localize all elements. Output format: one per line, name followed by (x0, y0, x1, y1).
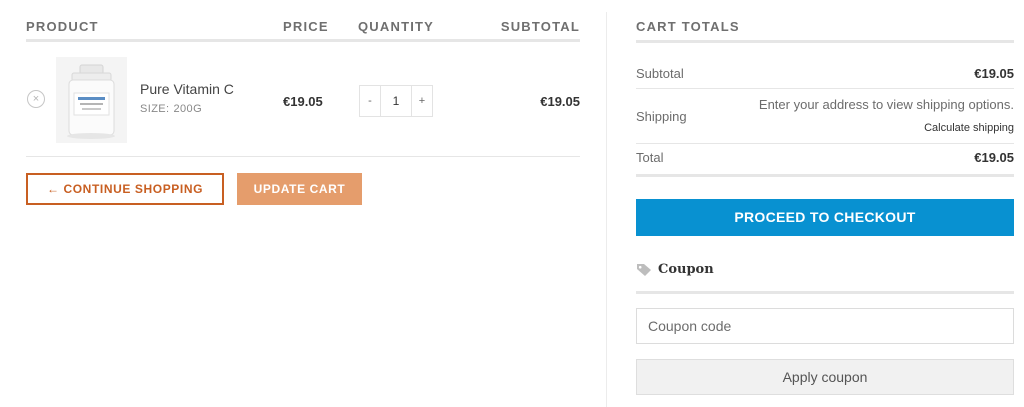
divider (636, 291, 1014, 294)
total-value: €19.05 (974, 150, 1014, 165)
header-subtotal: Subtotal (500, 19, 580, 34)
calculate-shipping-link[interactable]: Calculate shipping (924, 121, 1014, 135)
subtotal-label: Subtotal (636, 66, 684, 81)
apply-coupon-button[interactable]: Apply coupon (636, 359, 1014, 395)
product-name-link[interactable]: Pure Vitamin C (140, 81, 234, 97)
quantity-decrease-button[interactable]: - (360, 86, 380, 116)
coupon-title: Coupon (658, 262, 714, 277)
tag-icon (636, 263, 652, 277)
vitamin-jar-image (56, 57, 127, 143)
totals-row-shipping: Shipping Enter your address to view ship… (636, 89, 1014, 144)
item-subtotal: €19.05 (540, 94, 580, 109)
column-divider (606, 12, 607, 407)
divider (636, 174, 1014, 177)
header-product: Product (26, 19, 99, 34)
quantity-stepper: - 1 + (359, 85, 433, 117)
totals-row-subtotal: Subtotal €19.05 (636, 60, 1014, 89)
continue-shopping-button[interactable]: ← Continue Shopping (26, 173, 224, 205)
quantity-increase-button[interactable]: + (412, 86, 432, 116)
cart-totals-title: Cart Totals (636, 19, 740, 34)
coupon-heading: Coupon (636, 260, 714, 280)
item-price: €19.05 (283, 94, 323, 109)
header-quantity: Quantity (358, 19, 435, 34)
product-variation: SIZE: 200G (140, 103, 202, 116)
header-price: Price (283, 19, 329, 34)
cart-item-row: × Pure Vitamin C SIZE: 200G €19.05 - 1 + … (26, 42, 580, 157)
totals-row-total: Total €19.05 (636, 144, 1014, 173)
product-thumbnail[interactable] (56, 57, 127, 143)
coupon-code-input[interactable] (636, 308, 1014, 344)
shipping-label: Shipping (636, 109, 687, 124)
shipping-note: Enter your address to view shipping opti… (758, 97, 1014, 112)
cart-table: Product Price Quantity Subtotal × Pure V… (26, 0, 580, 157)
remove-item-icon[interactable]: × (27, 90, 45, 108)
variation-value: 200G (173, 103, 203, 115)
subtotal-value: €19.05 (974, 66, 1014, 81)
proceed-to-checkout-button[interactable]: Proceed to Checkout (636, 199, 1014, 236)
total-label: Total (636, 150, 664, 165)
divider (636, 40, 1014, 43)
quantity-input[interactable]: 1 (380, 86, 412, 116)
cart-table-header: Product Price Quantity Subtotal (26, 0, 580, 42)
variation-label: SIZE: (140, 103, 170, 115)
update-cart-button[interactable]: Update Cart (237, 173, 362, 205)
